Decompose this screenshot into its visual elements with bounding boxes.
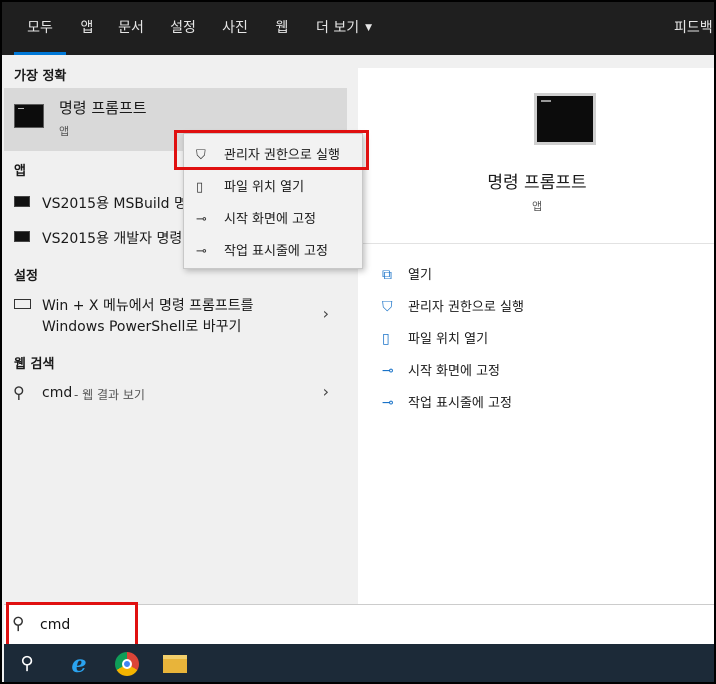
caret-down-icon: ▼ bbox=[365, 23, 372, 33]
tab-web[interactable]: 웹 bbox=[268, 2, 296, 55]
pin-icon: ⊸ bbox=[196, 212, 207, 227]
preview-panel: 명령 프롬프트 앱 ⧉ 열기 ⛉ 관리자 권한으로 실행 ▯ 파일 위치 열기 ⊸ 시작… bbox=[358, 68, 714, 604]
command-prompt-icon bbox=[14, 104, 44, 128]
action-label: 관리자 권한으로 실행 bbox=[408, 300, 524, 315]
file-explorer-icon bbox=[163, 655, 187, 673]
action-open[interactable]: ⧉ 열기 bbox=[382, 264, 432, 283]
pin-icon: ⊸ bbox=[196, 244, 207, 259]
action-open-file-location[interactable]: ▯ 파일 위치 열기 bbox=[382, 328, 488, 347]
tab-label: 문서 bbox=[118, 20, 144, 36]
tab-label: 모두 bbox=[27, 20, 53, 36]
search-icon: ⚲ bbox=[13, 383, 25, 402]
tab-all[interactable]: 모두 bbox=[14, 2, 66, 55]
setting-result-item[interactable]: Win + X 메뉴에서 명령 프롬프트를 Windows PowerShell… bbox=[4, 291, 347, 341]
action-run-as-admin[interactable]: ⛉ 관리자 권한으로 실행 bbox=[382, 296, 524, 315]
tab-label: 설정 bbox=[170, 20, 196, 36]
file-location-icon: ▯ bbox=[196, 180, 204, 195]
tab-apps[interactable]: 앱 bbox=[72, 2, 102, 55]
best-match-header: 가장 정확 bbox=[14, 69, 67, 84]
command-prompt-large-icon bbox=[534, 93, 596, 145]
context-pin-to-taskbar[interactable]: ⊸ 작업 표시줄에 고정 bbox=[196, 240, 328, 259]
shield-icon: ⛉ bbox=[382, 299, 393, 315]
action-label: 작업 표시줄에 고정 bbox=[408, 396, 512, 411]
action-label: 시작 화면에 고정 bbox=[408, 364, 500, 379]
taskbar-search-button[interactable]: ⚲ bbox=[4, 644, 50, 682]
context-item-label: 작업 표시줄에 고정 bbox=[224, 244, 328, 259]
start-search-window: 모두 앱 문서 설정 사진 웹 더 보기 ▼ 피드백 가장 정확 명령 프롬프트 … bbox=[0, 0, 716, 684]
context-pin-to-start[interactable]: ⊸ 시작 화면에 고정 bbox=[196, 208, 316, 227]
taskbar-internet-explorer[interactable]: e bbox=[56, 644, 102, 682]
apps-header: 앱 bbox=[14, 164, 26, 179]
settings-header: 설정 bbox=[14, 269, 38, 284]
command-prompt-icon bbox=[14, 231, 30, 242]
file-location-icon: ▯ bbox=[382, 331, 390, 347]
context-open-file-location[interactable]: ▯ 파일 위치 열기 bbox=[196, 176, 304, 195]
best-match-title: 명령 프롬프트 bbox=[59, 99, 147, 117]
context-item-label: 시작 화면에 고정 bbox=[224, 212, 316, 227]
tab-photos[interactable]: 사진 bbox=[216, 2, 254, 55]
tab-label: 더 보기 bbox=[315, 20, 360, 36]
web-search-header: 웹 검색 bbox=[14, 357, 55, 372]
tab-label: 앱 bbox=[80, 20, 94, 36]
action-label: 열기 bbox=[408, 268, 432, 283]
search-icon: ⚲ bbox=[20, 653, 34, 674]
action-label: 파일 위치 열기 bbox=[408, 332, 489, 347]
preview-subtitle: 앱 bbox=[531, 200, 543, 213]
taskbar-file-explorer[interactable] bbox=[152, 644, 198, 682]
tab-label: 사진 bbox=[222, 20, 248, 36]
setting-result-line2: Windows PowerShell로 바꾸기 bbox=[42, 319, 242, 335]
divider bbox=[358, 243, 714, 244]
web-result-suffix: - 웹 결과 보기 bbox=[74, 388, 145, 402]
tab-feedback[interactable]: 피드백 bbox=[674, 2, 714, 55]
open-icon: ⧉ bbox=[382, 267, 392, 283]
command-prompt-icon bbox=[14, 196, 30, 207]
chevron-right-icon: › bbox=[322, 304, 329, 323]
internet-explorer-icon: e bbox=[71, 649, 87, 678]
taskbar-chrome[interactable] bbox=[104, 644, 150, 682]
pin-icon: ⊸ bbox=[382, 395, 394, 411]
tab-more[interactable]: 더 보기 ▼ bbox=[308, 2, 380, 55]
best-match-subtitle: 앱 bbox=[59, 125, 70, 138]
taskbar: ⚲ e bbox=[4, 644, 714, 682]
highlight-box-search bbox=[6, 602, 138, 647]
action-pin-to-start[interactable]: ⊸ 시작 화면에 고정 bbox=[382, 360, 500, 379]
highlight-box-run-as-admin bbox=[174, 130, 369, 170]
tab-settings[interactable]: 설정 bbox=[164, 2, 202, 55]
web-result-item[interactable]: ⚲ cmd - 웹 결과 보기 › bbox=[4, 378, 347, 410]
pin-icon: ⊸ bbox=[382, 363, 394, 379]
action-pin-to-taskbar[interactable]: ⊸ 작업 표시줄에 고정 bbox=[382, 392, 512, 411]
tab-documents[interactable]: 문서 bbox=[112, 2, 150, 55]
tab-label: 웹 bbox=[275, 20, 289, 36]
chevron-right-icon: › bbox=[322, 382, 329, 401]
setting-result-line1: Win + X 메뉴에서 명령 프롬프트를 bbox=[42, 298, 254, 314]
web-result-query: cmd bbox=[42, 385, 73, 401]
filter-tab-bar: 모두 앱 문서 설정 사진 웹 더 보기 ▼ 피드백 bbox=[2, 2, 714, 55]
context-item-label: 파일 위치 열기 bbox=[224, 180, 305, 195]
settings-screen-icon bbox=[14, 299, 31, 309]
preview-title: 명령 프롬프트 bbox=[487, 173, 587, 193]
tab-label: 피드백 bbox=[674, 20, 713, 36]
chrome-icon bbox=[115, 652, 139, 676]
